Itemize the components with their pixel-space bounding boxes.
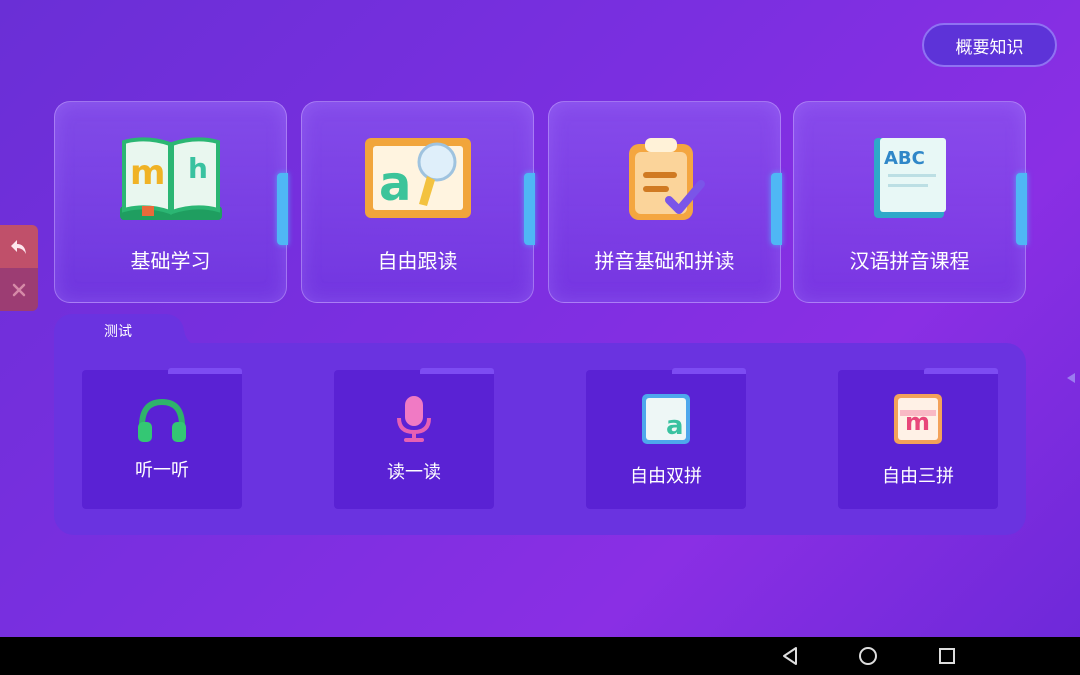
undo-button[interactable] bbox=[0, 225, 38, 268]
nav-back-icon bbox=[783, 647, 797, 665]
tile-label: 听一听 bbox=[135, 460, 189, 481]
nav-recents-icon bbox=[939, 648, 955, 664]
main-cards: m h 基础学习 a 自由跟读 拼音基础和拼读 ABC 汉语拼音课程 bbox=[54, 101, 1027, 303]
card-side-tab bbox=[771, 173, 782, 245]
system-navigation-bar bbox=[0, 637, 1080, 675]
tile-label: 自由三拼 bbox=[882, 466, 954, 487]
tile-label: 自由双拼 bbox=[630, 466, 702, 487]
letter-a-card-icon: a bbox=[640, 392, 692, 450]
card-side-tab bbox=[524, 173, 535, 245]
headphones-icon bbox=[135, 396, 189, 448]
close-button[interactable] bbox=[0, 268, 38, 311]
close-icon bbox=[12, 283, 26, 296]
svg-text:h: h bbox=[188, 152, 208, 185]
card-pinyin-basics[interactable]: 拼音基础和拼读 bbox=[548, 101, 782, 303]
svg-text:m: m bbox=[130, 153, 165, 193]
nav-home-button[interactable] bbox=[857, 645, 879, 667]
tile-read[interactable]: 读一读 bbox=[334, 368, 494, 509]
test-tab-label: 测试 bbox=[104, 324, 132, 340]
card-free-follow-reading[interactable]: a 自由跟读 bbox=[301, 101, 535, 303]
card-chinese-pinyin-course[interactable]: ABC 汉语拼音课程 bbox=[793, 101, 1027, 303]
nav-recents-button[interactable] bbox=[936, 645, 958, 667]
microphone-icon bbox=[394, 394, 434, 448]
card-label: 自由跟读 bbox=[377, 249, 458, 273]
abc-book-icon: ABC bbox=[870, 134, 950, 224]
tile-free-triple-spelling[interactable]: m 自由三拼 bbox=[838, 368, 998, 509]
card-basic-learning[interactable]: m h 基础学习 bbox=[54, 101, 288, 303]
card-side-tab bbox=[1016, 173, 1027, 245]
tile-label: 读一读 bbox=[387, 462, 441, 483]
board-microphone-icon: a bbox=[363, 134, 473, 224]
tile-top-bar bbox=[420, 368, 494, 374]
card-label: 拼音基础和拼读 bbox=[594, 249, 735, 273]
floating-side-panel bbox=[0, 225, 38, 311]
svg-text:ABC: ABC bbox=[884, 148, 925, 169]
svg-text:a: a bbox=[379, 156, 411, 212]
nav-home-icon bbox=[859, 647, 877, 665]
card-label: 汉语拼音课程 bbox=[849, 249, 970, 273]
tile-top-bar bbox=[924, 368, 998, 374]
expand-arrow-icon[interactable] bbox=[1064, 370, 1078, 384]
nav-back-button[interactable] bbox=[779, 645, 801, 667]
overview-knowledge-button[interactable]: 概要知识 bbox=[922, 23, 1057, 67]
tile-top-bar bbox=[672, 368, 746, 374]
tile-free-double-spelling[interactable]: a 自由双拼 bbox=[586, 368, 746, 509]
svg-text:m: m bbox=[905, 408, 930, 436]
letter-m-card-icon: m bbox=[892, 392, 944, 450]
undo-icon bbox=[11, 239, 26, 254]
svg-text:a: a bbox=[666, 411, 684, 441]
card-label: 基础学习 bbox=[130, 249, 211, 273]
clipboard-check-icon bbox=[623, 134, 707, 228]
book-mh-icon: m h bbox=[118, 134, 224, 230]
card-side-tab bbox=[277, 173, 288, 245]
tile-top-bar bbox=[168, 368, 242, 374]
tile-listen[interactable]: 听一听 bbox=[82, 368, 242, 509]
